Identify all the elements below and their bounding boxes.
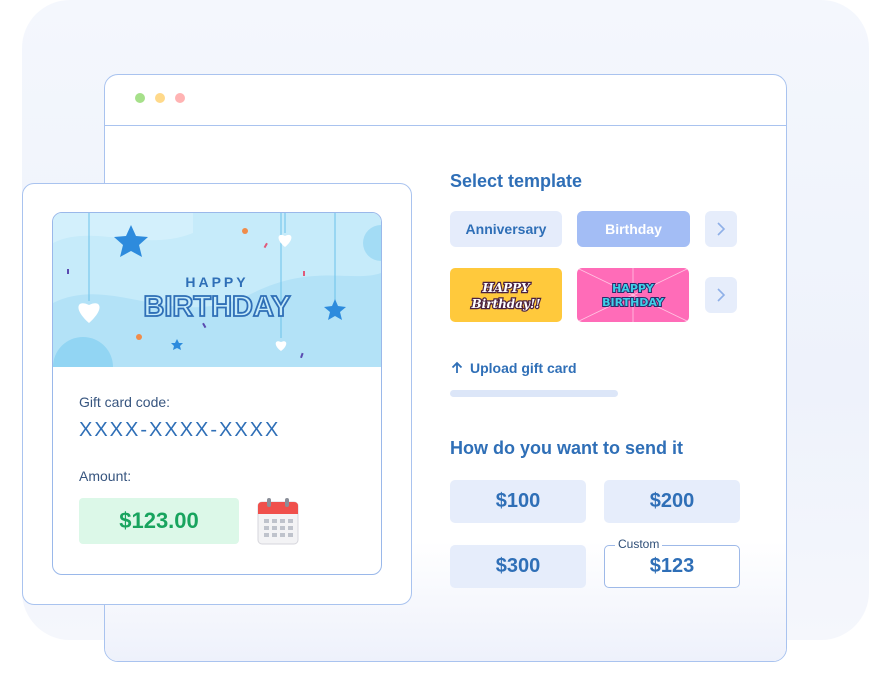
chevron-right-icon — [717, 222, 726, 236]
upload-gift-card-link[interactable]: Upload gift card — [450, 360, 577, 376]
gift-card-code-value: XXXX-XXXX-XXXX — [79, 419, 281, 441]
send-section-title: How do you want to send it — [450, 438, 683, 458]
amount-200-button[interactable]: $200 — [604, 480, 740, 523]
birthday-banner: HAPPY BIRTHDAY — [53, 213, 381, 367]
thumbnail-2-line2: BIRTHDAY — [602, 296, 665, 309]
thumbnail-1-line1: HAPPY — [481, 281, 531, 295]
template-anniversary-button[interactable]: Anniversary — [450, 211, 562, 247]
chevron-right-icon — [717, 288, 726, 302]
template-thumbnail-2[interactable]: HAPPY BIRTHDAY — [577, 268, 689, 322]
window-close-dot[interactable] — [175, 93, 185, 103]
custom-amount-input[interactable]: Custom $123 — [604, 537, 740, 588]
window-minimize-dot[interactable] — [155, 93, 165, 103]
template-thumbnail-1[interactable]: HAPPY Birthday!! — [450, 268, 562, 322]
window-maximize-dot[interactable] — [135, 93, 145, 103]
custom-amount-value: $123 — [649, 555, 695, 577]
thumbnail-next-button[interactable] — [705, 277, 737, 313]
template-birthday-button[interactable]: Birthday — [577, 211, 690, 247]
gift-card-code-label: Gift card code: — [79, 394, 171, 410]
banner-happy-text: HAPPY — [185, 274, 248, 290]
select-template-title: Select template — [450, 171, 583, 191]
thumbnail-2-line1: HAPPY — [612, 282, 655, 295]
window-titlebar — [105, 75, 786, 126]
upload-progress-bar — [450, 390, 618, 397]
thumbnail-1-line2: Birthday!! — [471, 297, 541, 311]
upload-label: Upload gift card — [470, 360, 577, 376]
amount-300-button[interactable]: $300 — [450, 545, 586, 588]
gift-card-preview: HAPPY BIRTHDAY Gift card code: XXXX-XXXX… — [52, 212, 382, 575]
amount-100-button[interactable]: $100 — [450, 480, 586, 523]
calendar-icon[interactable] — [257, 497, 299, 545]
custom-amount-label: Custom — [615, 537, 663, 551]
amount-display: $123.00 — [79, 498, 239, 544]
template-next-button[interactable] — [705, 211, 737, 247]
banner-birthday-text: BIRTHDAY — [143, 291, 290, 323]
arrow-up-icon — [451, 361, 463, 373]
amount-label: Amount: — [79, 468, 132, 484]
